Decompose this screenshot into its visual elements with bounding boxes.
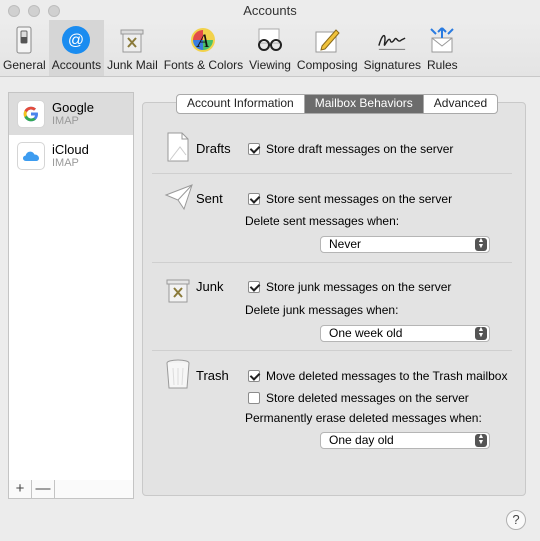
sent-title: Sent [196,191,223,206]
delete-junk-value: One week old [329,326,403,340]
fonts-colors-icon: A [188,25,218,55]
toolbar: General @ Accounts Junk Mail A Fonts & C… [0,20,540,77]
delete-sent-value: Never [329,237,362,251]
store-sent-checkbox[interactable] [248,193,260,205]
toolbar-fonts-colors[interactable]: A Fonts & Colors [161,20,246,76]
delete-junk-label: Delete junk messages when: [245,303,399,317]
store-deleted-checkbox-row[interactable]: Store deleted messages on the server [248,391,469,405]
account-item-icloud[interactable]: iCloud IMAP [9,135,133,177]
toolbar-composing[interactable]: Composing [294,20,361,76]
erase-deleted-value: One day old [329,433,394,447]
minimize-button[interactable] [28,5,40,17]
trash-section: Trash Move deleted messages to the Trash… [152,354,512,454]
move-deleted-checkbox[interactable] [248,370,260,382]
pencil-paper-icon [312,25,342,55]
store-drafts-checkbox[interactable] [248,143,260,155]
store-sent-label: Store sent messages on the server [266,192,453,206]
window-title: Accounts [243,3,297,18]
store-drafts-checkbox-row[interactable]: Store draft messages on the server [248,142,453,156]
accounts-list: Google IMAP iCloud IMAP [8,92,134,482]
divider [152,173,512,174]
up-down-arrows-icon: ▲ ▼ [475,237,487,251]
account-name: iCloud [52,142,89,157]
remove-account-button[interactable]: — [32,480,55,498]
toolbar-rules[interactable]: Rules [424,20,461,76]
account-tabs: Account Information Mailbox Behaviors Ad… [176,94,499,114]
toolbar-junk-mail[interactable]: Junk Mail [104,20,161,76]
store-junk-checkbox[interactable] [248,281,260,293]
move-deleted-label: Move deleted messages to the Trash mailb… [266,369,508,383]
add-account-button[interactable]: + [9,480,32,498]
glasses-icon [255,25,285,55]
general-switch-icon [9,25,39,55]
junk-bin-icon [117,25,147,55]
at-sign-icon: @ [61,25,91,55]
google-icon [17,100,45,128]
junk-bin-icon [164,276,192,306]
erase-deleted-label: Permanently erase deleted messages when: [245,411,482,425]
svg-text:A: A [196,31,210,52]
zoom-button[interactable] [48,5,60,17]
toolbar-general[interactable]: General [0,20,49,76]
store-junk-checkbox-row[interactable]: Store junk messages on the server [248,280,451,294]
store-drafts-label: Store draft messages on the server [266,142,454,156]
close-button[interactable] [8,5,20,17]
rules-envelope-icon [427,25,457,55]
paper-plane-icon [164,183,193,213]
divider [152,262,512,263]
account-name: Google [52,100,94,115]
account-item-google[interactable]: Google IMAP [9,93,133,135]
trash-can-icon [164,358,192,389]
tab-mailbox-behaviors[interactable]: Mailbox Behaviors [304,95,424,113]
tab-account-information[interactable]: Account Information [177,95,305,113]
divider [152,350,512,351]
junk-section: Junk Store junk messages on the server D… [152,266,512,348]
drafts-title: Drafts [196,141,231,156]
signature-icon [377,25,407,55]
accounts-list-controls: + — [8,480,134,499]
account-type: IMAP [52,115,79,127]
erase-deleted-popup[interactable]: One day old ▲ ▼ [320,432,490,449]
window-controls [8,5,60,17]
drafts-section: Drafts Store draft messages on the serve… [152,128,512,172]
help-button[interactable]: ? [506,510,526,530]
delete-sent-label: Delete sent messages when: [245,214,400,228]
icloud-icon [17,142,45,170]
store-sent-checkbox-row[interactable]: Store sent messages on the server [248,192,452,206]
store-deleted-checkbox[interactable] [248,392,260,404]
svg-text:@: @ [68,32,84,49]
up-down-arrows-icon: ▲ ▼ [475,326,487,340]
delete-sent-popup[interactable]: Never ▲ ▼ [320,236,490,253]
preferences-window: Accounts General @ Accounts Junk Mail A … [0,0,540,541]
delete-junk-popup[interactable]: One week old ▲ ▼ [320,325,490,342]
toolbar-signatures[interactable]: Signatures [361,20,424,76]
toolbar-accounts[interactable]: @ Accounts [48,20,105,76]
up-down-arrows-icon: ▲ ▼ [475,433,487,447]
title-bar: Accounts [0,0,540,22]
trash-title: Trash [196,368,229,383]
junk-title: Junk [196,279,224,294]
store-junk-label: Store junk messages on the server [266,280,452,294]
drafts-document-icon [164,131,192,162]
account-type: IMAP [52,157,79,169]
sent-section: Sent Store sent messages on the server D… [152,178,512,260]
store-deleted-label: Store deleted messages on the server [266,391,469,405]
tab-advanced[interactable]: Advanced [424,95,497,113]
move-deleted-checkbox-row[interactable]: Move deleted messages to the Trash mailb… [248,369,507,383]
toolbar-viewing[interactable]: Viewing [246,20,294,76]
